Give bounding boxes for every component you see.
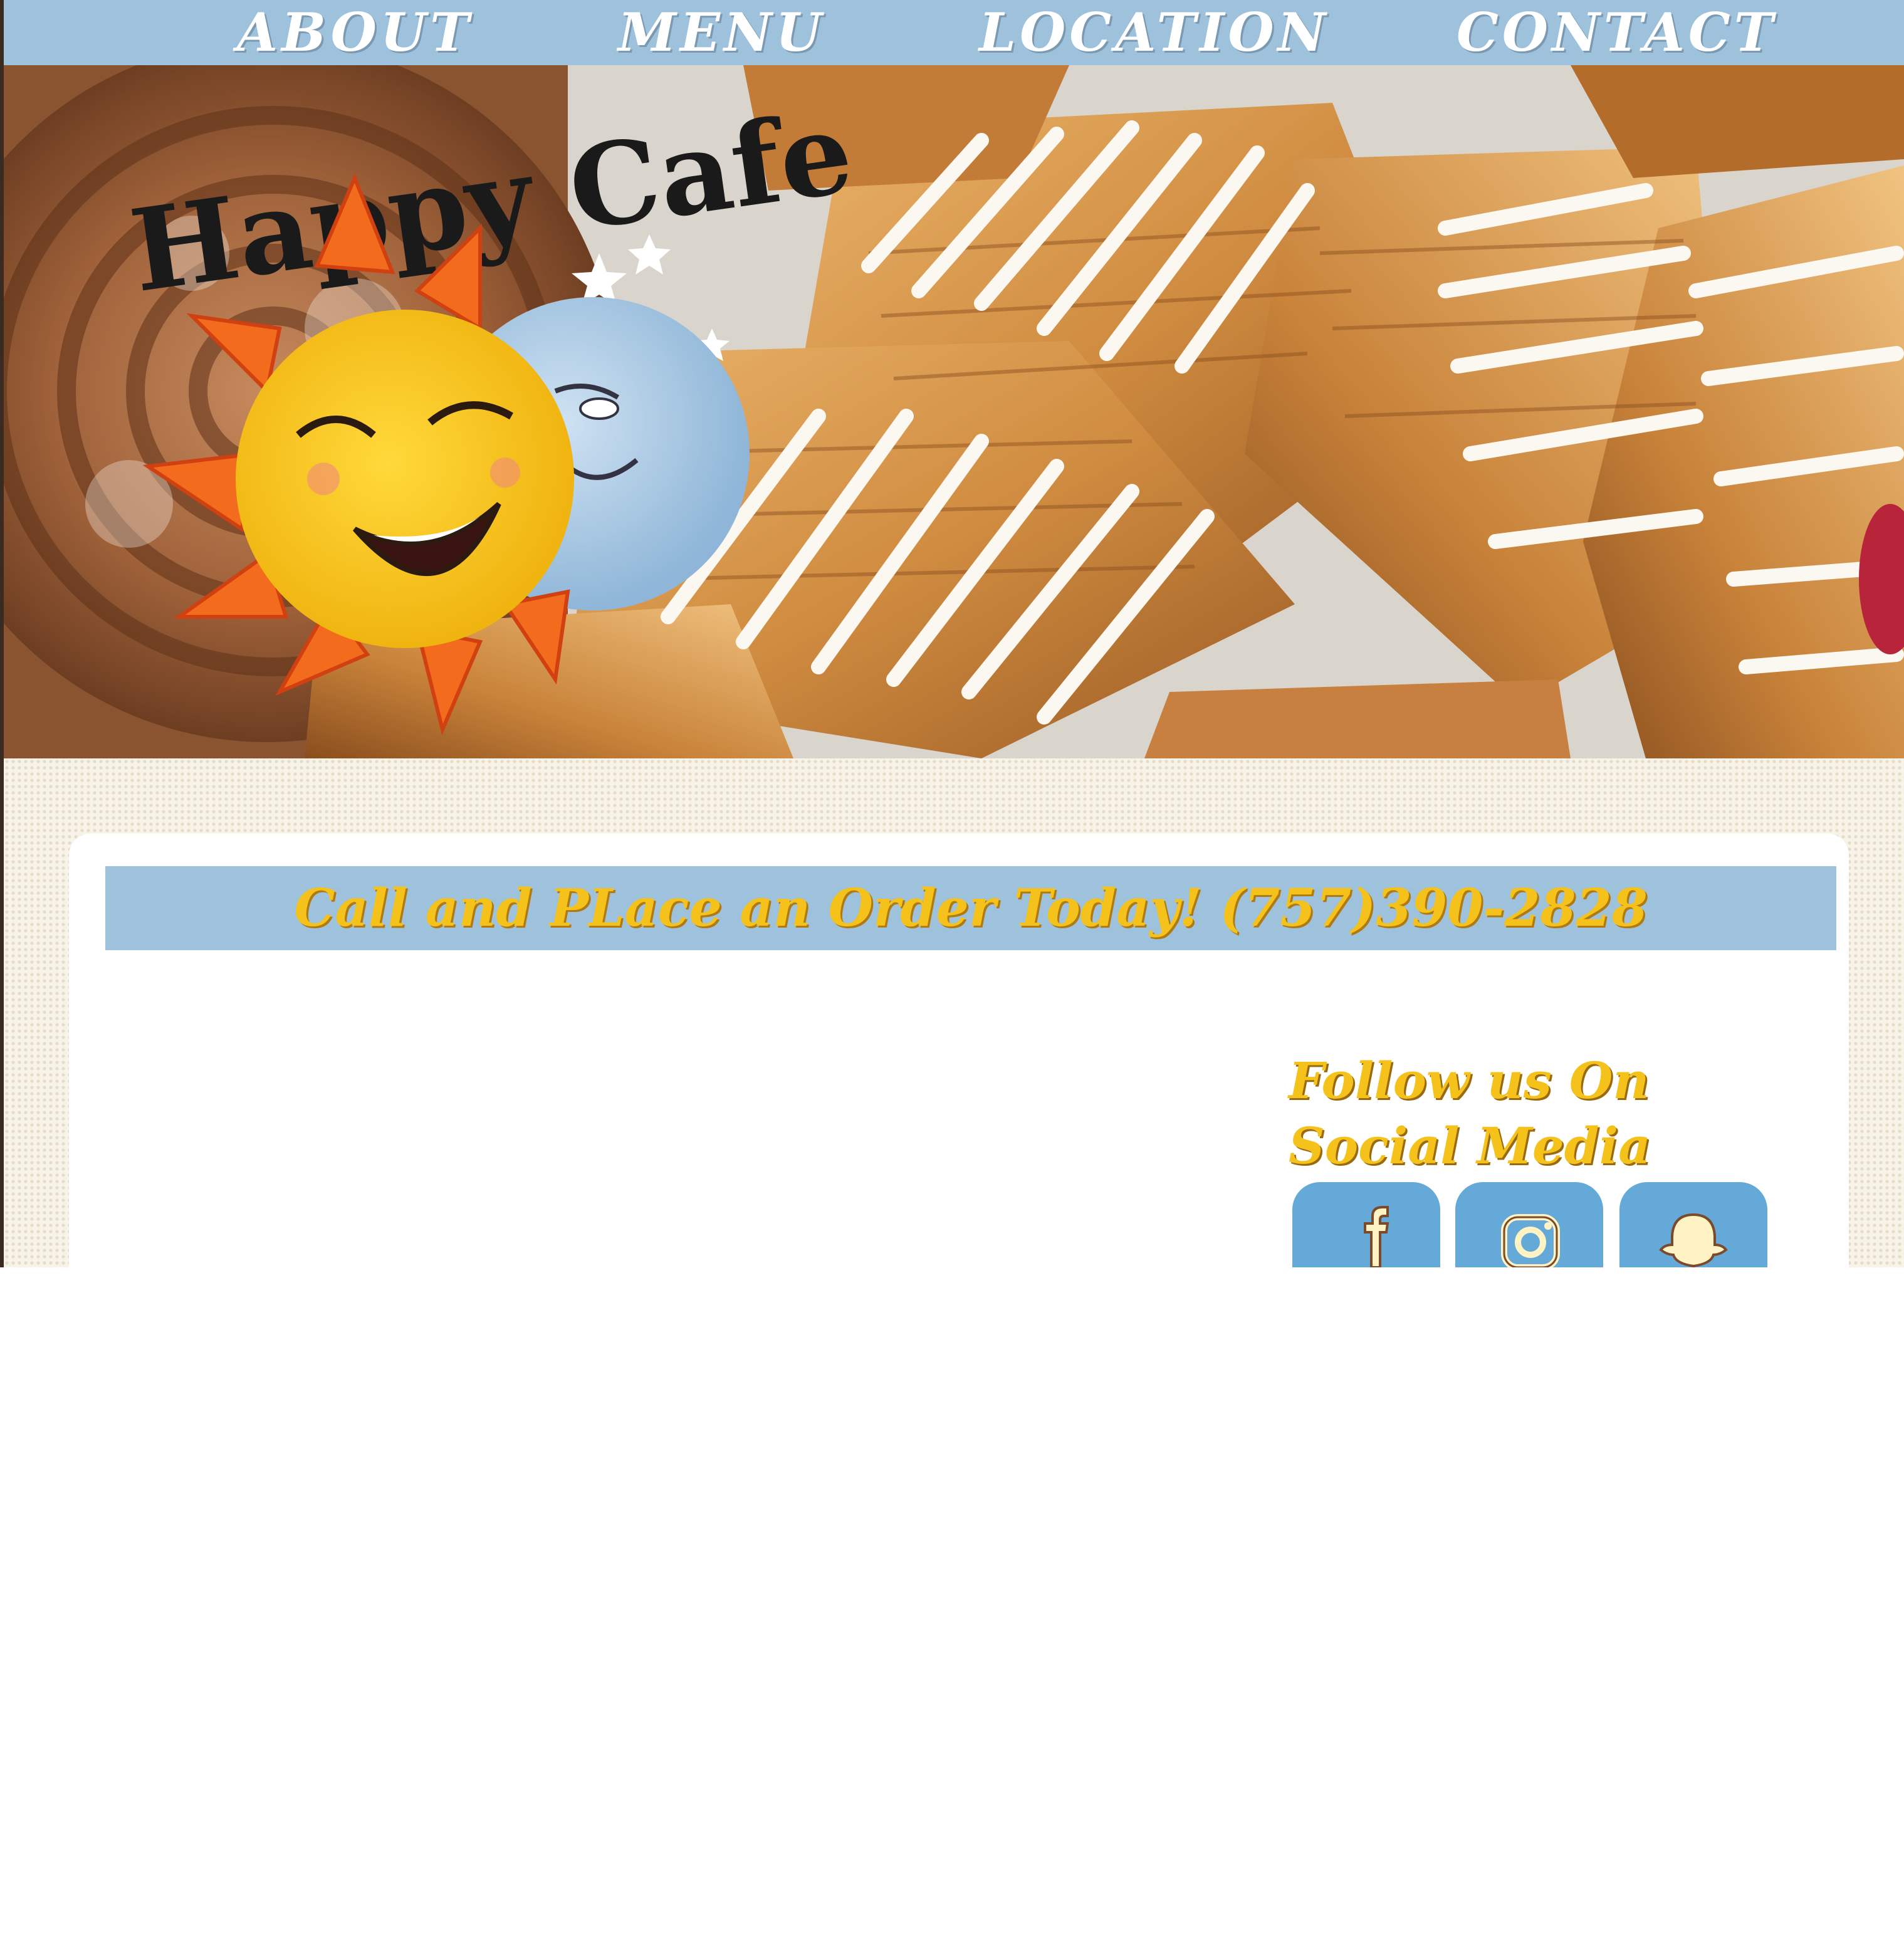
instagram-icon bbox=[1501, 1214, 1560, 1267]
page: ABOUT MENU LOCATION CONTACT Happy Cafe C… bbox=[0, 0, 1904, 1267]
nav-item-about[interactable]: ABOUT bbox=[237, 0, 473, 65]
nav-item-menu[interactable]: MENU bbox=[618, 0, 825, 65]
facebook-button[interactable] bbox=[1292, 1182, 1440, 1267]
snapchat-button[interactable] bbox=[1619, 1182, 1767, 1267]
order-call-text: Call and PLace an Order Today! (757)390-… bbox=[294, 878, 1648, 938]
top-nav: ABOUT MENU LOCATION CONTACT bbox=[4, 0, 1904, 65]
nav-item-contact[interactable]: CONTACT bbox=[1457, 0, 1777, 65]
snapchat-icon bbox=[1659, 1213, 1728, 1267]
social-heading: Follow us On Social Media bbox=[1289, 1051, 1651, 1175]
order-banner: Call and PLace an Order Today! (757)390-… bbox=[105, 866, 1836, 950]
nav-item-location[interactable]: LOCATION bbox=[979, 0, 1329, 65]
instagram-button[interactable] bbox=[1455, 1182, 1603, 1267]
facebook-icon bbox=[1364, 1206, 1389, 1267]
pastries-image: Happy Cafe bbox=[4, 65, 1904, 758]
hero-banner: Happy Cafe bbox=[4, 65, 1904, 758]
